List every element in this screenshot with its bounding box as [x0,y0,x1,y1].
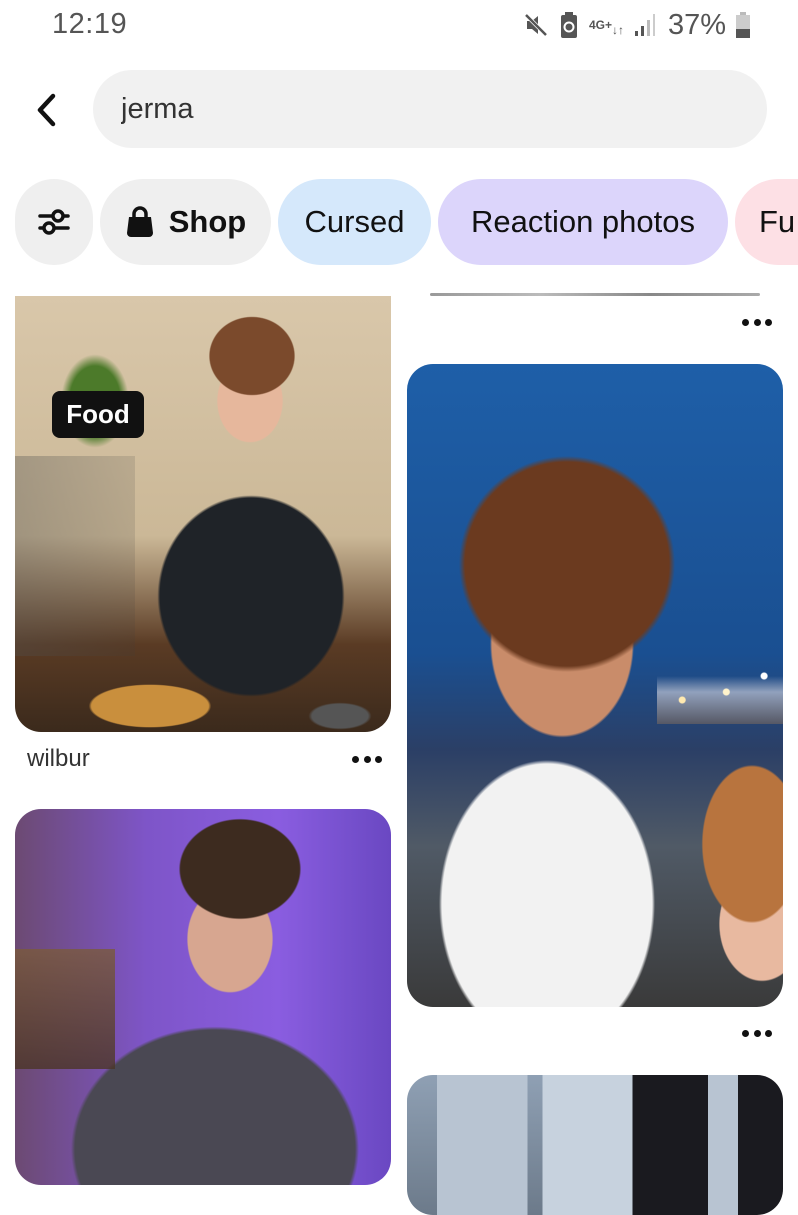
pin-more-button[interactable] [742,316,772,328]
pin-badge-food[interactable]: Food [52,391,144,438]
more-horizontal-icon [352,755,359,763]
chip-cursed-label: Cursed [304,204,405,239]
chip-fu[interactable]: Fu [735,179,798,265]
chip-shop[interactable]: Shop [100,179,271,265]
mute-icon [523,12,549,38]
search-bar[interactable] [93,70,767,148]
chip-fu-label: Fu [759,204,796,239]
chip-reaction-photos-label: Reaction photos [470,204,696,239]
back-button[interactable] [28,88,64,132]
pin-image[interactable] [15,296,391,732]
status-bar: 12:19 4G+ ↓↑ 37% [0,0,798,52]
pin-image[interactable] [407,1075,783,1215]
4g-plus-data-icon: 4G+ ↓↑ [588,17,624,37]
pin-more-button[interactable] [742,1027,772,1039]
filter-chips: Shop Cursed Reaction photos Fu [0,179,798,265]
chip-reaction-photos[interactable]: Reaction photos [438,179,728,265]
pin-more-button[interactable] [352,753,382,765]
chip-cursed[interactable]: Cursed [278,179,431,265]
pin-image[interactable] [15,809,391,1185]
filter-sliders-icon [38,209,70,235]
status-icons: 4G+ ↓↑ 37% [523,8,750,42]
pin-image-partial[interactable] [430,293,760,296]
search-input[interactable] [119,91,767,127]
chip-shop-label: Shop [168,204,247,239]
battery-saver-icon [559,11,579,39]
status-time: 12:19 [52,8,128,40]
pin-title[interactable]: wilbur [27,745,90,773]
filter-button[interactable] [15,179,93,265]
chevron-left-icon [37,93,56,127]
more-horizontal-icon [742,318,749,326]
pin-image[interactable] [407,364,783,1007]
more-horizontal-icon [742,1029,749,1037]
signal-icon [634,13,656,37]
shopping-bag-icon [126,206,153,237]
battery-icon [736,12,750,38]
battery-percent: 37% [667,8,726,41]
